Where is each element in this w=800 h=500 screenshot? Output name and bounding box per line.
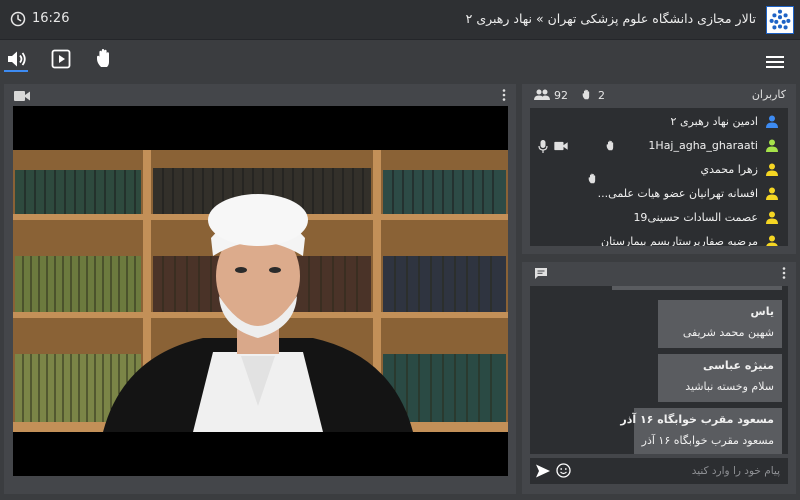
clock-time: 16:26 [32, 11, 70, 26]
users-panel-title: کاربران [751, 88, 786, 101]
video-panel [4, 84, 516, 494]
message-text: شهین محمد شریفی [682, 326, 774, 339]
total-participants: 92 [554, 88, 568, 102]
raise-hand-icon[interactable] [92, 46, 118, 72]
user-row[interactable]: افسانه تهرانیان عضو هیات علمی... [530, 182, 788, 206]
user-icon [766, 235, 778, 246]
user-icon [766, 163, 778, 176]
send-icon[interactable] [536, 464, 550, 478]
video-stream[interactable] [13, 106, 508, 476]
chat-message-cut [612, 286, 782, 290]
top-bar: 16:26 تالار مجازی دانشگاه علوم پزشکی تهر… [0, 0, 800, 40]
university-logo [766, 6, 794, 34]
chat-options-icon[interactable] [782, 267, 786, 279]
speaker-video-frame [13, 106, 508, 476]
chat-message: منیژه عباسی سلام وخسته نباشید [658, 354, 782, 402]
video-header [4, 84, 516, 106]
microphone-icon[interactable] [538, 140, 548, 153]
play-screen-icon[interactable] [48, 46, 74, 72]
users-header: 92 2 کاربران [522, 84, 796, 106]
chat-messages[interactable]: یاس شهین محمد شریفی منیژه عباسی سلام وخس… [530, 286, 788, 454]
room-title: تالار مجازی دانشگاه علوم پزشکی تهران » ن… [465, 11, 756, 26]
user-name: زهرا محمدي [700, 163, 758, 176]
user-icon [766, 187, 778, 200]
group-users-icon [534, 89, 550, 100]
user-row[interactable]: مرضیه صفاریرستاربسم بیمارستان [530, 230, 788, 246]
clock-icon [10, 11, 26, 27]
user-name: ادمین نهاد رهبری ۲ [670, 115, 758, 128]
user-name: 1Haj_agha_gharaati [648, 139, 758, 152]
chat-message: یاس شهین محمد شریفی [658, 300, 782, 348]
hamburger-menu-icon[interactable] [766, 55, 784, 69]
users-panel: 92 2 کاربران ادمین نهاد رهبری ۲ 1Haj_agh… [522, 84, 796, 254]
user-name: عصمت السادات حسینی19 [633, 211, 758, 224]
user-row[interactable]: عصمت السادات حسینی19 [530, 206, 788, 230]
message-author: منیژه عباسی [702, 359, 774, 372]
chat-input-bar [530, 458, 788, 484]
message-author: یاس [750, 305, 774, 318]
chat-message-input[interactable] [580, 461, 780, 481]
raised-hand-icon [606, 140, 614, 151]
message-text: سلام وخسته نباشید [685, 380, 774, 393]
chat-header [522, 262, 796, 284]
user-row[interactable]: ادمین نهاد رهبری ۲ [530, 110, 788, 134]
users-list[interactable]: ادمین نهاد رهبری ۲ 1Haj_agha_gharaati زه… [530, 108, 788, 246]
user-row[interactable]: زهرا محمدي [530, 158, 788, 182]
user-name: مرضیه صفاریرستاربسم بیمارستان [601, 235, 758, 246]
chat-panel: یاس شهین محمد شریفی منیژه عباسی سلام وخس… [522, 262, 796, 494]
camera-icon[interactable] [554, 141, 568, 151]
toolbar [0, 41, 800, 83]
message-author: مسعود مقرب خوابگاه ۱۶ آذر [620, 413, 774, 426]
user-icon [766, 115, 778, 128]
user-icon [766, 211, 778, 224]
participant-counts: 92 2 [534, 87, 605, 103]
raised-hands-count: 2 [598, 88, 605, 102]
emoji-icon[interactable] [556, 463, 571, 478]
chat-bubble-icon [535, 268, 547, 279]
active-underline [4, 70, 28, 72]
user-row[interactable]: 1Haj_agha_gharaati [530, 134, 788, 158]
user-name: افسانه تهرانیان عضو هیات علمی... [597, 187, 758, 200]
raised-hand-count-icon [582, 89, 590, 100]
speaker-icon[interactable] [4, 46, 30, 72]
chat-message: مسعود مقرب خوابگاه ۱۶ آذر مسعود مقرب خوا… [620, 408, 782, 454]
video-options-icon[interactable] [502, 89, 506, 101]
message-text: مسعود مقرب خوابگاه ۱۶ آذر [641, 434, 774, 447]
user-icon [766, 139, 778, 152]
video-camera-icon [14, 91, 30, 101]
